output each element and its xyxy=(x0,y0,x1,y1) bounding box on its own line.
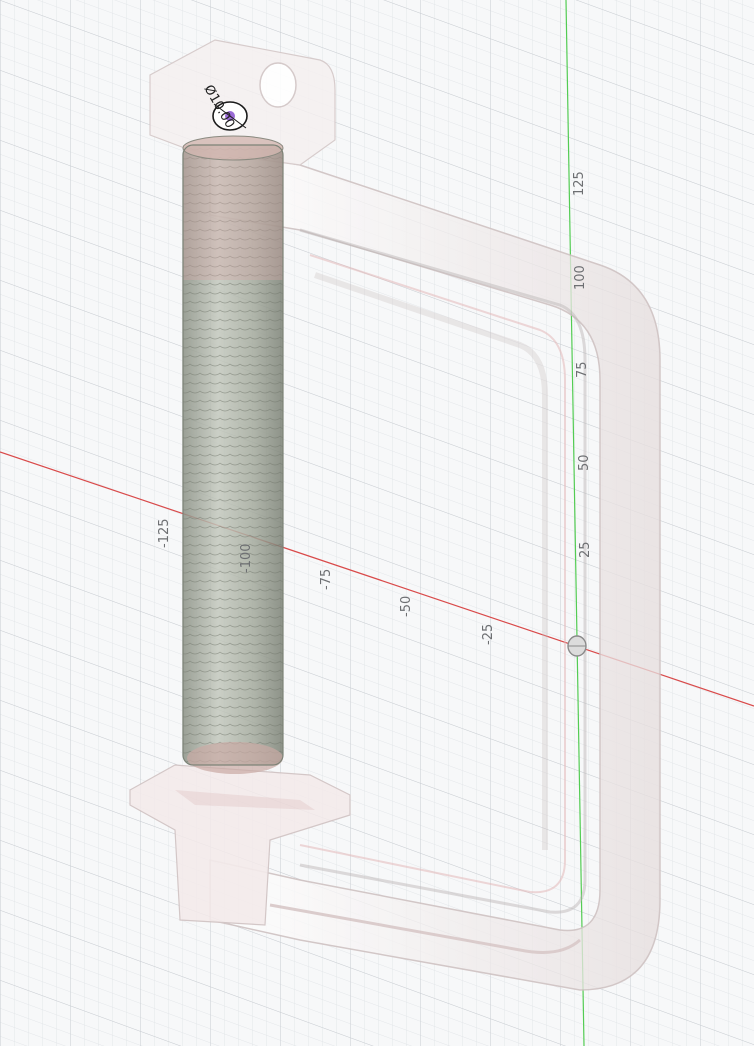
mount-hole xyxy=(259,62,297,108)
y-tick-label: 25 xyxy=(578,541,593,558)
y-tick-label: 75 xyxy=(575,361,590,378)
x-tick-label: -125 xyxy=(157,518,172,548)
x-tick-label: -25 xyxy=(481,624,496,645)
x-tick-label: -75 xyxy=(319,569,334,590)
cad-viewport[interactable]: Ø10.00 -125 -100 -75 -50 -25 25 50 75 10… xyxy=(0,0,754,1046)
x-tick-label: -100 xyxy=(239,543,254,573)
y-tick-label: 50 xyxy=(577,454,592,471)
screw[interactable] xyxy=(182,135,284,774)
y-tick-label: 125 xyxy=(572,171,587,196)
y-tick-label: 100 xyxy=(573,265,588,290)
origin-marker[interactable] xyxy=(567,635,587,657)
x-tick-label: -50 xyxy=(399,596,414,617)
